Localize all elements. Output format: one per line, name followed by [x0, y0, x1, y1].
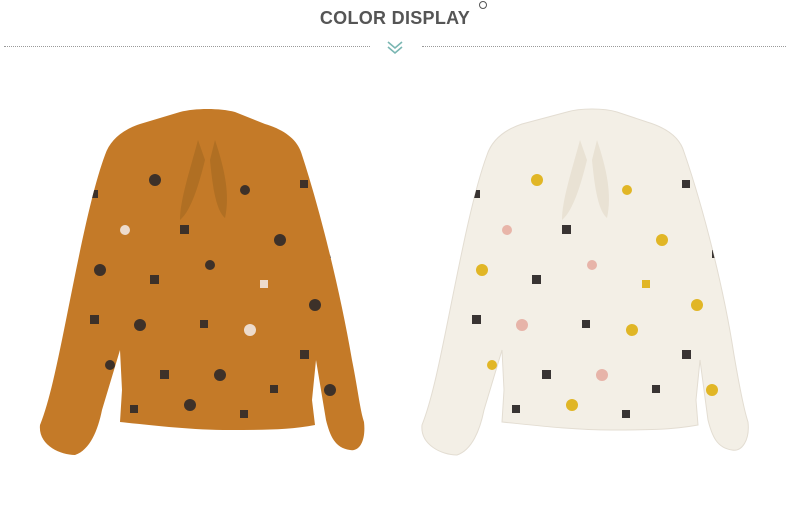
- double-chevron-down-icon: [387, 41, 403, 55]
- divider-left: [4, 46, 370, 47]
- degree-circle-icon: [479, 1, 487, 9]
- section-header: COLOR DISPLAY: [0, 0, 790, 60]
- divider-right: [422, 46, 786, 47]
- orange-blouse-image: [39, 109, 365, 455]
- section-title: COLOR DISPLAY: [319, 8, 471, 28]
- white-blouse-image: [421, 108, 749, 456]
